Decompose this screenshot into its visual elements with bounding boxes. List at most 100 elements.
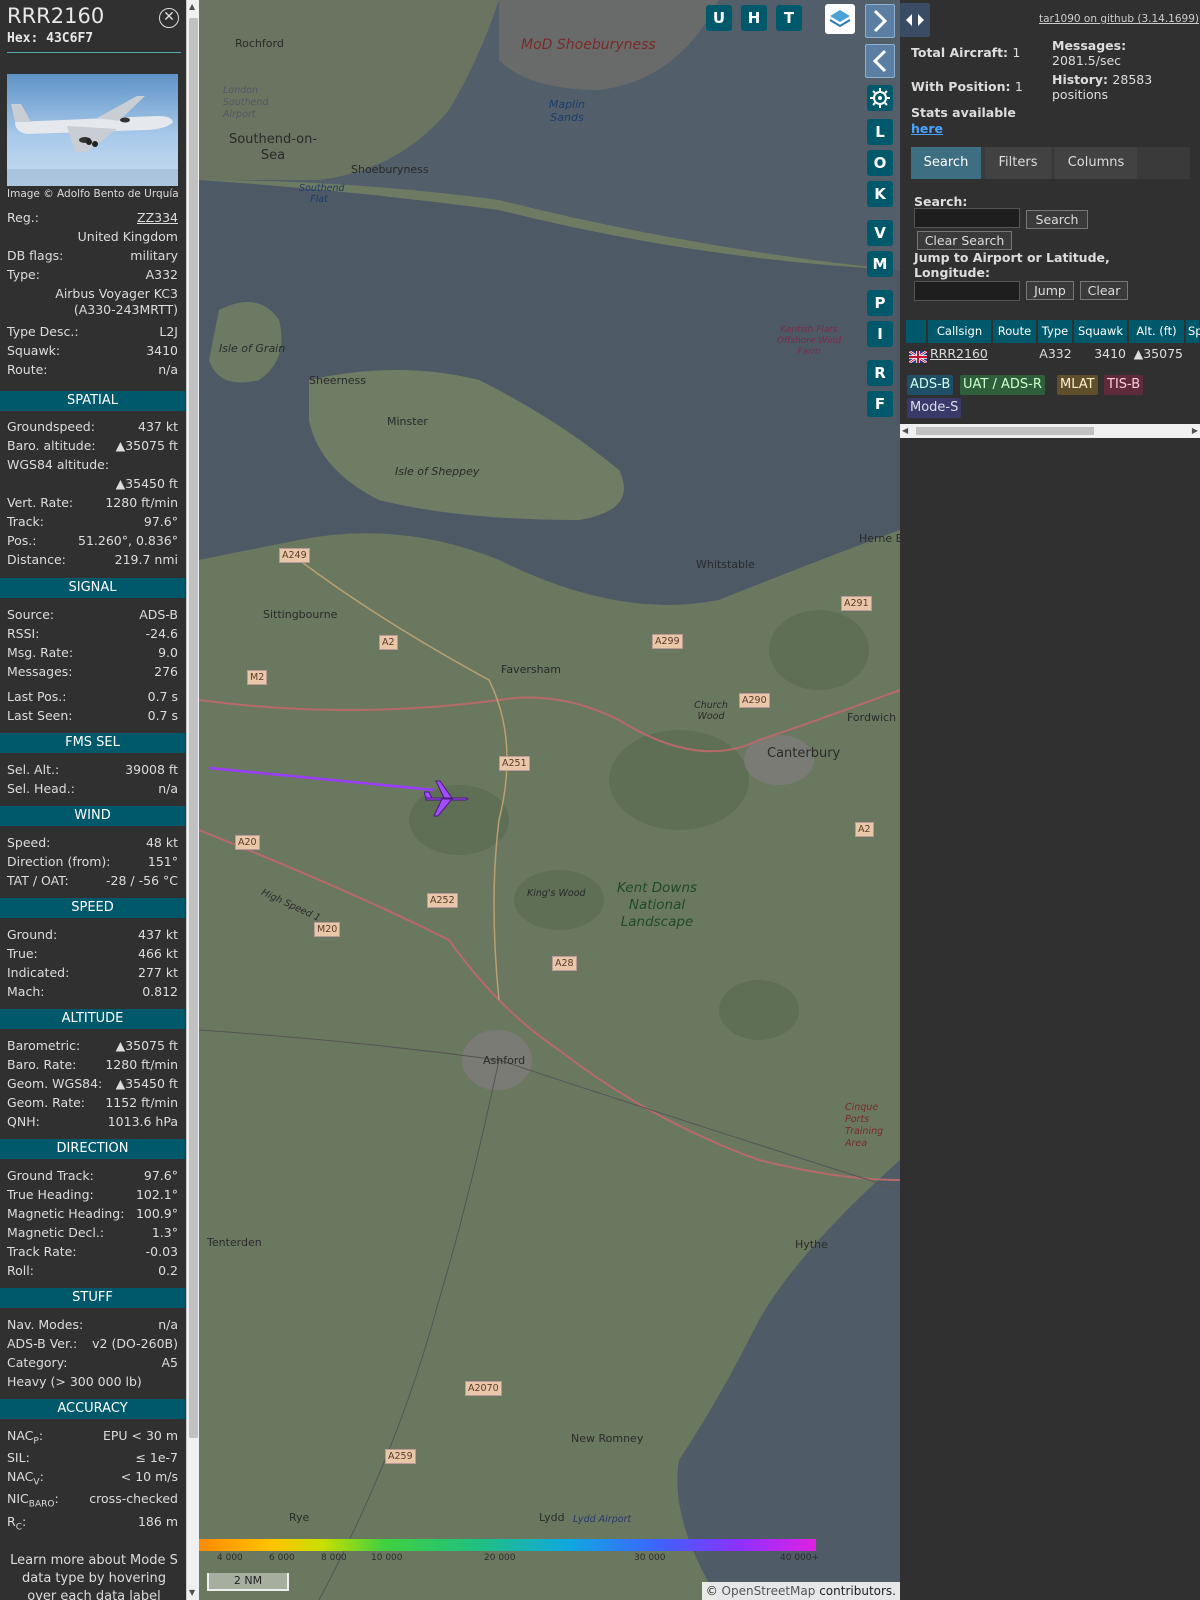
button-m[interactable]: M [867,251,893,277]
tab-filters[interactable]: Filters [985,147,1051,179]
button-r[interactable]: R [867,360,893,386]
badge-modes: Mode-S [907,398,962,418]
sidebar-scroll-thumb[interactable] [189,18,198,1438]
rc-label-sub: C [15,1522,22,1533]
section-fms-sel: FMS SEL [0,733,185,753]
place-label: Sheerness [309,374,367,387]
route-row: Route: n/a [7,362,178,380]
wind-speed-label: Speed: [7,835,51,850]
road-shield: A2 [379,635,398,650]
road-shield: A252 [427,893,458,908]
sel-head-value: n/a [158,781,178,796]
sidebar-scrollbar[interactable]: ▲ ▼ [186,0,199,1600]
stats-link[interactable]: here [911,121,943,136]
button-o[interactable]: O [867,150,893,176]
section-stuff: STUFF [0,1288,185,1308]
button-f[interactable]: F [867,391,893,417]
nicbaro-label-sub: BARO [28,1499,55,1510]
expand-right-button[interactable] [865,4,895,38]
tab-columns[interactable]: Columns [1055,147,1137,179]
layers-icon[interactable] [825,4,855,34]
baro-altitude-label: Baro. altitude: [7,438,96,453]
ground-speed-row: Ground: 437 kt [7,927,178,945]
nacv-label-sub: V [33,1477,40,1488]
jump-input[interactable] [914,281,1020,301]
column-header-altitude[interactable]: Alt. (ft) [1129,320,1185,343]
aircraft-photo[interactable] [7,74,178,186]
mag-heading-row: Magnetic Heading: 100.9° [7,1206,178,1224]
search-input[interactable] [914,208,1020,228]
msg-rate-value: 9.0 [158,645,178,660]
place-label: Sittingbourne [263,608,338,621]
nicbaro-value: cross-checked [89,1491,178,1506]
reg-link[interactable]: ZZ334 [137,210,178,225]
scale-tick: 20 000 [484,1553,516,1563]
column-header-squawk[interactable]: Squawk [1074,320,1128,343]
clear-button[interactable]: Clear [1080,281,1128,300]
place-label: Whitstable [696,558,755,571]
last-pos-label: Last Pos.: [7,689,67,704]
true-speed-row: True: 466 kt [7,946,178,964]
github-link[interactable]: tar1090 on github (3.14.1699) [1039,13,1199,25]
place-label: Canterbury [767,746,841,761]
map-attribution: © OpenStreetMap contributors. [701,1582,900,1600]
column-header-type[interactable]: Type [1038,320,1073,343]
track-rate-value: -0.03 [145,1244,178,1259]
row-callsign[interactable]: RRR2160 [930,344,988,364]
badge-uat: UAT / ADS-R [960,375,1045,395]
route-label: Route: [7,362,48,377]
place-label: Tenterden [207,1236,262,1249]
column-header-speed[interactable]: Sp [1186,320,1200,343]
scroll-left-arrow[interactable]: ◀ [902,424,908,438]
button-i[interactable]: I [867,321,893,347]
type-desc-label: Type Desc.: [7,324,79,339]
button-u[interactable]: U [706,5,732,31]
close-icon[interactable]: ✕ [159,8,179,28]
gear-icon[interactable] [867,85,893,111]
button-k[interactable]: K [867,181,893,207]
wgs84-row: WGS84 altitude: [7,457,178,475]
mach-value: 0.812 [142,984,178,999]
db-flags-row: DB flags: military [7,248,178,266]
road-shield: M2 [247,670,268,685]
osm-link[interactable]: OpenStreetMap [722,1584,816,1598]
messages-value: 276 [154,664,178,679]
button-v[interactable]: V [867,220,893,246]
road-shield: A259 [385,1449,416,1464]
true-heading-row: True Heading: 102.1° [7,1187,178,1205]
scroll-right-arrow[interactable]: ▶ [1192,424,1198,438]
groundspeed-row: Groundspeed: 437 kt [7,419,178,437]
scale-tick: 30 000 [634,1553,666,1563]
button-t[interactable]: T [776,5,802,31]
clear-search-button[interactable]: Clear Search [917,231,1012,250]
tab-search[interactable]: Search [911,147,981,179]
jump-button[interactable]: Jump [1026,281,1074,300]
scale-tick: 10 000 [371,1553,403,1563]
sel-head-label: Sel. Head.: [7,781,75,796]
aircraft-marker-icon[interactable] [423,778,470,822]
type-value: A332 [145,267,178,282]
db-flags-value: military [130,248,178,263]
button-p[interactable]: P [867,290,893,316]
tat-label: TAT / OAT: [7,873,69,888]
place-label: Kent Downs National Landscape [616,880,698,930]
type-label: Type: [7,267,40,282]
map-view[interactable]: MoD Shoeburyness Rochford London Southen… [199,0,900,1600]
column-header-callsign[interactable]: Callsign [928,320,992,343]
scroll-down-arrow[interactable]: ▼ [189,1588,195,1597]
horizontal-scroll-thumb[interactable] [916,427,1094,435]
button-l[interactable]: L [867,119,893,145]
expand-toggle-icon[interactable] [900,3,930,37]
history-unit: positions [1052,87,1108,102]
search-button[interactable]: Search [1026,210,1088,229]
button-h[interactable]: H [741,5,767,31]
type-desc-value: L2J [159,324,178,339]
collapse-left-button[interactable] [865,44,895,78]
place-label: King's Wood [527,888,586,899]
last-seen-row: Last Seen: 0.7 s [7,708,178,726]
scroll-up-arrow[interactable]: ▲ [189,2,195,11]
badge-adsb: ADS-B [907,375,954,395]
roll-label: Roll: [7,1263,34,1278]
horizontal-scrollbar[interactable]: ◀ ▶ [900,424,1200,438]
column-header-route[interactable]: Route [993,320,1037,343]
